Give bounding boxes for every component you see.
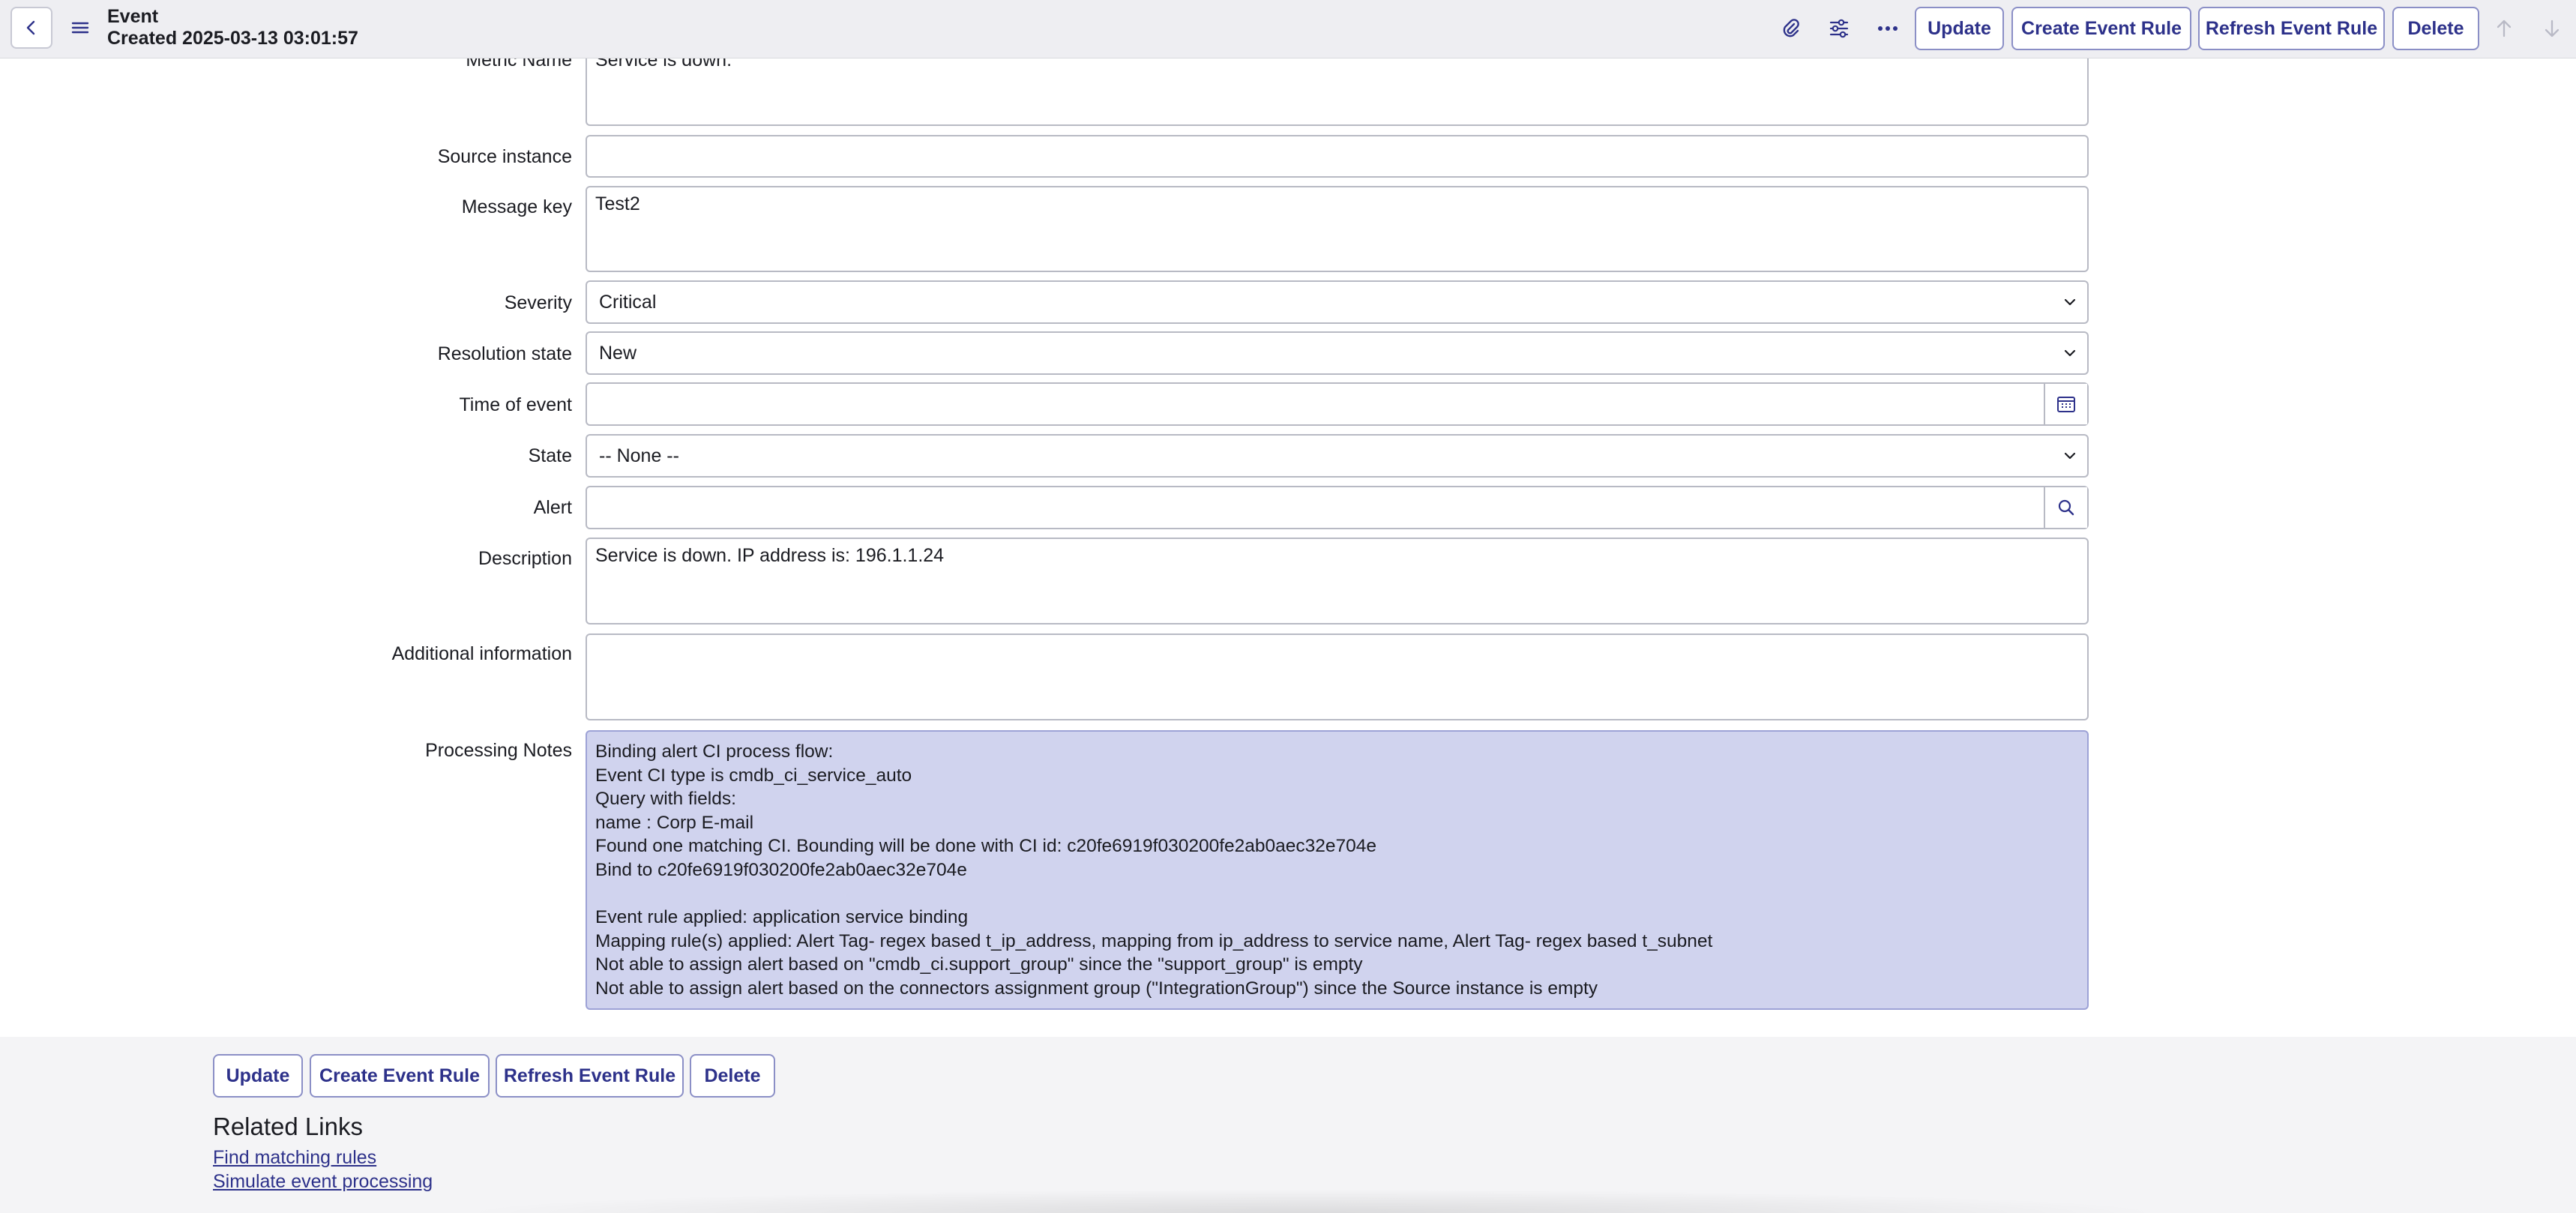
back-button[interactable]	[10, 7, 52, 49]
notes-line: Query with fields:	[595, 789, 736, 810]
notes-line: Event rule applied: application service …	[595, 907, 969, 928]
hamburger-icon	[71, 22, 89, 34]
hamburger-button[interactable]	[67, 15, 93, 40]
related-links-heading: Related Links	[213, 1113, 363, 1140]
footer-update-button[interactable]: Update	[213, 1054, 303, 1098]
arrow-up-icon	[2497, 19, 2512, 37]
alert-field	[586, 486, 2089, 529]
simulate-event-processing-link[interactable]: Simulate event processing	[213, 1171, 433, 1193]
severity-select[interactable]: Critical	[586, 280, 2089, 324]
search-icon	[2058, 499, 2074, 516]
header-delete-button[interactable]: Delete	[2392, 7, 2479, 50]
previous-record-button[interactable]	[2489, 13, 2519, 43]
alert-input[interactable]	[587, 487, 2045, 528]
attachment-button[interactable]	[1776, 13, 1806, 43]
state-label: State	[528, 445, 572, 466]
calendar-button[interactable]	[2044, 384, 2087, 424]
additional-information-label: Additional information	[391, 643, 572, 664]
processing-notes-label: Processing Notes	[425, 740, 572, 761]
message-key-label: Message key	[461, 196, 572, 217]
notes-line: Bind to c20fe6919f030200fe2ab0aec32e704e	[595, 859, 967, 880]
state-select[interactable]: -- None --	[586, 434, 2089, 478]
header-create-event-rule-button[interactable]: Create Event Rule	[2011, 7, 2191, 50]
time-of-event-label: Time of event	[459, 394, 572, 415]
header-refresh-event-rule-button[interactable]: Refresh Event Rule	[2198, 7, 2385, 50]
footer-create-event-rule-button[interactable]: Create Event Rule	[310, 1054, 490, 1098]
resolution-state-value: New	[599, 342, 637, 364]
personalize-form-button[interactable]	[1824, 13, 1854, 43]
alert-lookup-button[interactable]	[2044, 487, 2087, 528]
footer-delete-button[interactable]: Delete	[690, 1054, 775, 1098]
severity-label: Severity	[504, 292, 572, 313]
chevron-left-icon	[26, 20, 35, 35]
additional-information-field[interactable]	[586, 633, 2089, 720]
footer-refresh-event-rule-button[interactable]: Refresh Event Rule	[496, 1054, 684, 1098]
chevron-down-icon	[2064, 349, 2076, 357]
time-of-event-field	[586, 382, 2089, 426]
time-of-event-input[interactable]	[587, 384, 2045, 424]
chevron-down-icon	[2064, 452, 2076, 460]
description-field[interactable]: Service is down. IP address is: 196.1.1.…	[586, 538, 2089, 624]
alert-label: Alert	[533, 497, 572, 518]
notes-line: Found one matching CI. Bounding will be …	[595, 836, 1377, 857]
paperclip-icon	[1783, 19, 1799, 37]
find-matching-rules-link[interactable]: Find matching rules	[213, 1147, 376, 1169]
more-icon	[1878, 26, 1898, 31]
resolution-state-select[interactable]: New	[586, 331, 2089, 375]
notes-line: Not able to assign alert based on the co…	[595, 978, 1598, 999]
next-record-button[interactable]	[2537, 13, 2567, 43]
source-instance-input[interactable]	[586, 135, 2089, 178]
form-header: Event Created 2025-03-13 03:01:57 Update…	[0, 0, 2576, 58]
created-timestamp: Created 2025-03-13 03:01:57	[107, 28, 358, 49]
notes-line	[595, 882, 2079, 906]
source-instance-label: Source instance	[437, 146, 572, 167]
notes-line: name : Corp E-mail	[595, 812, 754, 833]
header-update-button[interactable]: Update	[1915, 7, 2004, 50]
notes-line: Mapping rule(s) applied: Alert Tag- rege…	[595, 930, 1713, 951]
notes-line: Event CI type is cmdb_ci_service_auto	[595, 765, 912, 786]
more-options-button[interactable]	[1873, 13, 1903, 43]
notes-line: Binding alert CI process flow:	[595, 741, 834, 762]
state-value: -- None --	[599, 445, 679, 466]
processing-notes-field[interactable]: Binding alert CI process flow: Event CI …	[586, 730, 2089, 1010]
severity-value: Critical	[599, 291, 657, 313]
scroll-shadow	[450, 1189, 2174, 1213]
resolution-state-label: Resolution state	[437, 343, 572, 364]
chevron-down-icon	[2064, 298, 2076, 306]
page-title: Event	[107, 6, 159, 27]
calendar-icon	[2057, 397, 2075, 412]
arrow-down-icon	[2545, 19, 2560, 37]
description-label: Description	[478, 548, 572, 569]
message-key-field[interactable]: Test2	[586, 186, 2089, 272]
sliders-icon	[1829, 19, 1849, 38]
notes-line: Not able to assign alert based on "cmdb_…	[595, 954, 1363, 975]
title-block: Event Created 2025-03-13 03:01:57	[107, 6, 358, 49]
